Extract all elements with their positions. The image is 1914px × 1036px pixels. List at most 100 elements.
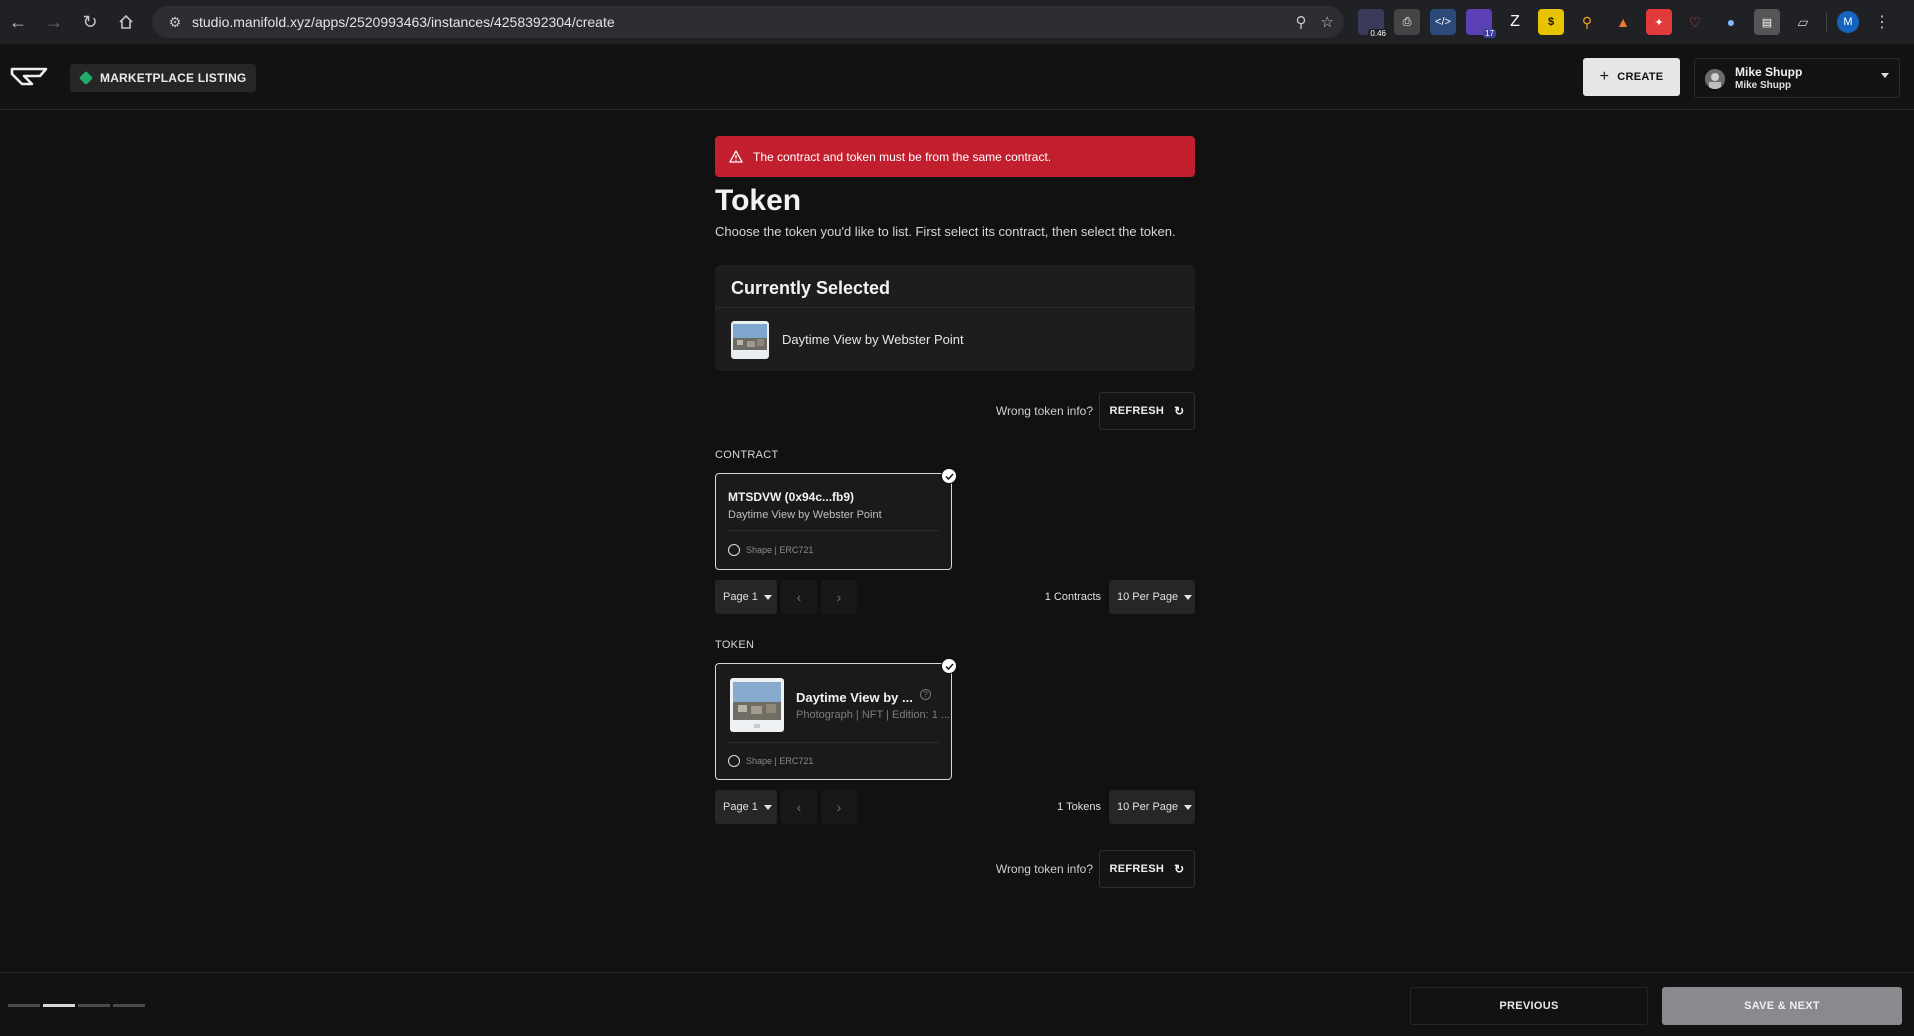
browser-menu-icon[interactable]: ⋮ xyxy=(1869,9,1895,35)
chevron-right-icon: › xyxy=(836,589,842,605)
next-page-button[interactable]: › xyxy=(821,790,857,824)
chip-label: MARKETPLACE LISTING xyxy=(100,71,247,85)
plus-icon: + xyxy=(1599,68,1610,85)
step-indicator xyxy=(113,1004,145,1007)
refresh-button[interactable]: REFRESH ↻ xyxy=(1099,392,1195,430)
home-icon[interactable] xyxy=(108,4,144,40)
reload-icon[interactable]: ↻ xyxy=(72,4,108,40)
token-footer: Shape | ERC721 xyxy=(728,755,813,767)
chain-icon xyxy=(728,544,740,556)
extension-card-icon[interactable]: ▤ xyxy=(1754,9,1780,35)
back-icon[interactable]: ← xyxy=(0,4,36,40)
extensions-puzzle-icon[interactable]: ▱ xyxy=(1790,9,1816,35)
chain-icon xyxy=(728,755,740,767)
create-button[interactable]: + CREATE xyxy=(1583,58,1680,96)
warning-icon xyxy=(729,150,743,163)
extension-red-icon[interactable]: ✦ xyxy=(1646,9,1672,35)
toolbar-divider xyxy=(1826,12,1827,32)
refresh-row-top: Wrong token info? REFRESH ↻ xyxy=(960,392,1195,430)
extensions-row: 0.46 ⎙ </> 17 Z $ ⚲ ▲ ✦ ♡ ● ▤ ▱ M ⋮ xyxy=(1358,8,1895,38)
chevron-down-icon xyxy=(763,594,772,600)
address-bar[interactable]: ⚙ studio.manifold.xyz/apps/2520993463/in… xyxy=(152,6,1344,38)
url-text[interactable]: studio.manifold.xyz/apps/2520993463/inst… xyxy=(192,14,615,30)
extension-z-icon[interactable]: Z xyxy=(1502,9,1528,35)
extension-dollar-icon[interactable]: $ xyxy=(1538,9,1564,35)
check-icon xyxy=(941,468,957,484)
prev-page-button[interactable]: ‹ xyxy=(781,580,817,614)
browser-toolbar: ← → ↻ ⚙ studio.manifold.xyz/apps/2520993… xyxy=(0,0,1914,44)
chevron-right-icon: › xyxy=(836,799,842,815)
token-section-label: TOKEN xyxy=(715,639,755,651)
manifold-logo-icon[interactable] xyxy=(10,66,50,88)
bottom-action-bar: PREVIOUS SAVE & NEXT xyxy=(0,972,1914,1036)
create-label: CREATE xyxy=(1617,71,1664,83)
contract-page-select[interactable]: Page 1 xyxy=(715,580,777,614)
token-per-page-label: 10 Per Page xyxy=(1117,801,1179,813)
wrong-token-question: Wrong token info? xyxy=(995,862,1093,876)
step-progress xyxy=(8,1004,145,1007)
token-thumbnail xyxy=(731,321,769,359)
wrong-token-question: Wrong token info? xyxy=(995,404,1093,418)
extension-speed-icon[interactable]: 0.46 xyxy=(1358,9,1388,38)
previous-button[interactable]: PREVIOUS xyxy=(1410,987,1648,1025)
info-icon[interactable]: ? xyxy=(920,689,931,700)
contract-title: MTSDVW (0x94c...fb9) xyxy=(728,490,855,504)
bookmark-star-icon[interactable]: ☆ xyxy=(1321,13,1334,31)
page-subtitle: Choose the token you'd like to list. Fir… xyxy=(715,224,1176,239)
token-page-select[interactable]: Page 1 xyxy=(715,790,777,824)
user-name: Mike Shupp xyxy=(1735,65,1803,79)
token-card[interactable]: Daytime View by ... ? Photograph | NFT |… xyxy=(715,658,957,780)
contract-card[interactable]: MTSDVW (0x94c...fb9) Daytime View by Web… xyxy=(715,468,957,570)
chevron-down-icon xyxy=(763,804,772,810)
refresh-button[interactable]: REFRESH ↻ xyxy=(1099,850,1195,888)
token-count: 1 Tokens xyxy=(1057,801,1101,813)
refresh-label: REFRESH xyxy=(1109,405,1165,417)
contract-per-page-select[interactable]: 10 Per Page xyxy=(1109,580,1195,614)
extension-key-icon[interactable]: ⚲ xyxy=(1574,9,1600,35)
step-indicator-current xyxy=(43,1004,75,1007)
token-thumbnail xyxy=(730,678,784,732)
token-chain-label: Shape | ERC721 xyxy=(746,756,814,766)
step-indicator xyxy=(78,1004,110,1007)
chevron-down-icon xyxy=(1881,73,1889,78)
profile-avatar[interactable]: M xyxy=(1837,11,1859,33)
app-header: MARKETPLACE LISTING + CREATE Mike Shupp … xyxy=(0,44,1914,110)
check-icon xyxy=(941,658,957,674)
prev-page-button[interactable]: ‹ xyxy=(781,790,817,824)
user-menu[interactable]: Mike Shupp Mike Shupp xyxy=(1694,58,1900,98)
contract-section-label: CONTRACT xyxy=(715,449,779,461)
extension-blue-icon[interactable]: ● xyxy=(1718,9,1744,35)
currently-selected-heading: Currently Selected xyxy=(715,265,1195,308)
token-pager: Page 1 ‹ › 1 Tokens 10 Per Page xyxy=(715,790,1195,824)
forward-icon[interactable]: → xyxy=(36,4,72,40)
user-handle: Mike Shupp xyxy=(1735,80,1792,91)
contract-footer: Shape | ERC721 xyxy=(728,544,813,556)
chevron-down-icon xyxy=(1184,804,1193,810)
contract-count: 1 Contracts xyxy=(1044,591,1101,603)
avatar xyxy=(1705,69,1725,89)
marketplace-listing-chip[interactable]: MARKETPLACE LISTING xyxy=(70,64,257,92)
extension-printer-icon[interactable]: ⎙ xyxy=(1394,9,1420,35)
next-page-button[interactable]: › xyxy=(821,580,857,614)
refresh-row-bottom: Wrong token info? REFRESH ↻ xyxy=(960,850,1195,888)
tag-icon xyxy=(78,70,94,86)
extension-code-icon[interactable]: </> xyxy=(1430,9,1456,35)
page-title: Token xyxy=(715,184,802,217)
step-indicator xyxy=(8,1004,40,1007)
extension-purple-icon[interactable]: 17 xyxy=(1466,9,1496,38)
zoom-icon[interactable]: ⚲ xyxy=(1296,13,1307,31)
token-per-page-select[interactable]: 10 Per Page xyxy=(1109,790,1195,824)
card-divider xyxy=(728,742,939,743)
selected-token-name: Daytime View by Webster Point xyxy=(782,332,964,347)
extension-fox-icon[interactable]: ▲ xyxy=(1610,9,1636,35)
alert-message: The contract and token must be from the … xyxy=(753,149,1052,164)
contract-pager: Page 1 ‹ › 1 Contracts 10 Per Page xyxy=(715,580,1195,614)
refresh-label: REFRESH xyxy=(1109,863,1165,875)
contract-subtitle: Daytime View by Webster Point xyxy=(728,509,882,521)
chevron-down-icon xyxy=(1184,594,1193,600)
save-and-next-button[interactable]: SAVE & NEXT xyxy=(1662,987,1902,1025)
error-alert: The contract and token must be from the … xyxy=(715,136,1195,177)
extension-pocket-icon[interactable]: ♡ xyxy=(1682,9,1708,35)
site-info-icon[interactable]: ⚙ xyxy=(158,14,192,31)
token-page-label: Page 1 xyxy=(723,801,758,813)
